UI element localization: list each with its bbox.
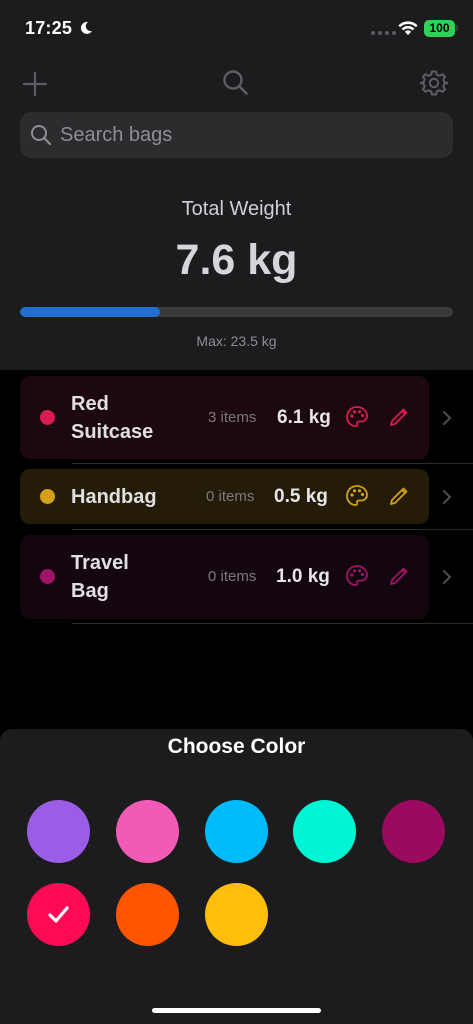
- bag-name: Handbag: [71, 486, 157, 508]
- row-divider: [72, 623, 473, 624]
- gear-icon[interactable]: [420, 69, 448, 97]
- battery-indicator: 100: [424, 20, 455, 37]
- sheet-title: Choose Color: [167, 735, 306, 758]
- home-indicator[interactable]: [152, 1008, 321, 1013]
- color-swatch[interactable]: [27, 800, 90, 863]
- choose-color-sheet: Choose Color: [0, 729, 473, 1024]
- bag-name: Travel Bag: [71, 552, 129, 602]
- status-bar: 17:25 100: [0, 0, 473, 56]
- color-swatch[interactable]: [205, 800, 268, 863]
- row-divider: [72, 529, 473, 530]
- edit-pencil-icon[interactable]: [387, 484, 411, 508]
- bag-row-handbag[interactable]: Handbag 0 items 0.5 kg: [20, 469, 429, 524]
- row-divider: [72, 463, 473, 464]
- edit-pencil-icon[interactable]: [387, 405, 411, 429]
- total-weight-label: Total Weight: [181, 198, 292, 220]
- weight-progress-fill: [20, 307, 161, 317]
- search-input[interactable]: [60, 112, 440, 158]
- bag-weight: 0.5 kg: [274, 486, 328, 507]
- bag-weight: 1.0 kg: [276, 566, 330, 587]
- chevron-right-icon[interactable]: [440, 488, 454, 506]
- color-swatch[interactable]: [116, 800, 179, 863]
- palette-icon[interactable]: [345, 484, 369, 508]
- search-icon[interactable]: [221, 68, 249, 96]
- bag-row-red-suitcase[interactable]: Red Suitcase 3 items 6.1 kg: [20, 376, 429, 459]
- bag-item-count: 3 items: [208, 409, 257, 426]
- bag-color-dot: [40, 489, 55, 504]
- total-weight-value: 7.6 kg: [175, 236, 298, 284]
- bag-row-travel-bag[interactable]: Travel Bag 0 items 1.0 kg: [20, 535, 429, 619]
- bag-color-dot: [40, 569, 55, 584]
- checkmark-icon: [48, 906, 69, 923]
- cellular-signal-icon: [371, 31, 396, 35]
- bag-item-count: 0 items: [208, 568, 257, 585]
- battery-cap: [456, 25, 458, 31]
- color-swatch[interactable]: [382, 800, 445, 863]
- status-time: 17:25: [25, 18, 73, 38]
- add-bag-button[interactable]: [21, 70, 49, 98]
- wifi-icon: [398, 21, 418, 35]
- bag-name: Red Suitcase: [71, 393, 154, 443]
- search-bar[interactable]: [20, 112, 453, 158]
- chevron-right-icon[interactable]: [440, 409, 454, 427]
- palette-icon[interactable]: [345, 564, 369, 588]
- bag-color-dot: [40, 410, 55, 425]
- color-swatch[interactable]: [27, 883, 90, 946]
- weight-progress-bar: [20, 307, 453, 317]
- palette-icon[interactable]: [345, 405, 369, 429]
- color-swatch[interactable]: [205, 883, 268, 946]
- max-weight-label: Max: 23.5 kg: [196, 333, 277, 349]
- moon-icon: [80, 21, 92, 34]
- search-icon: [31, 125, 52, 146]
- header: Total Weight 7.6 kg Max: 23.5 kg: [0, 56, 473, 370]
- chevron-right-icon[interactable]: [440, 568, 454, 586]
- color-swatch[interactable]: [116, 883, 179, 946]
- bag-weight: 6.1 kg: [277, 407, 331, 428]
- edit-pencil-icon[interactable]: [387, 564, 411, 588]
- color-swatch[interactable]: [293, 800, 356, 863]
- bag-item-count: 0 items: [206, 488, 255, 505]
